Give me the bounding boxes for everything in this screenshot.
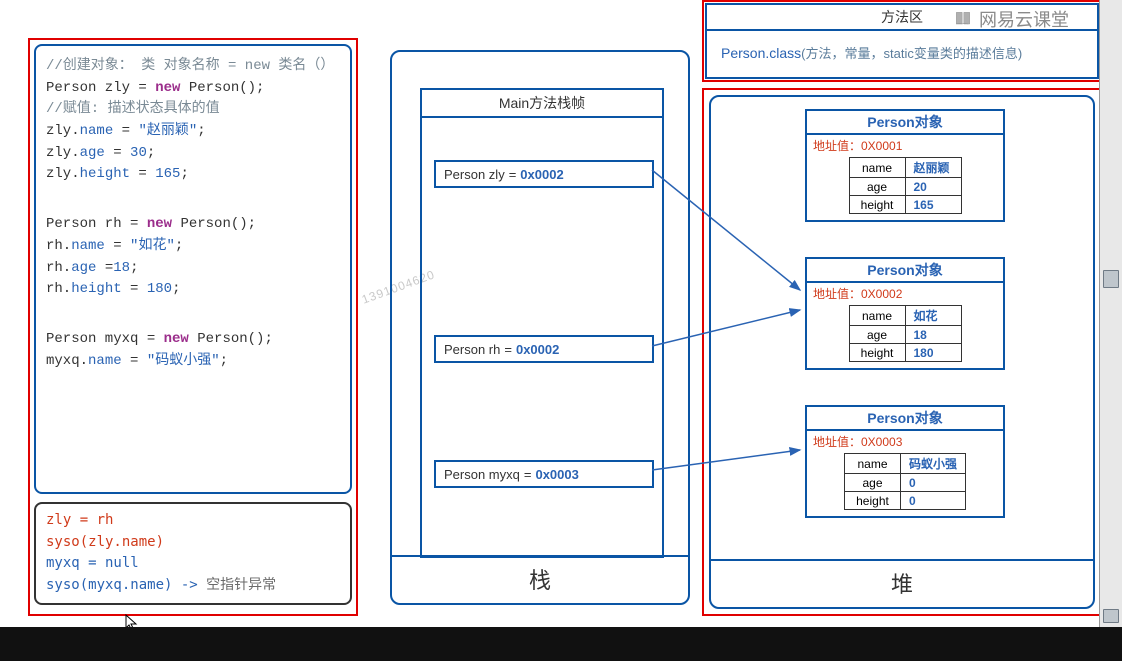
scrollbar-down-button[interactable]	[1103, 609, 1119, 623]
code-panel-highlight: //创建对象： 类 对象名称 = new 类名（） Person zly = n…	[28, 38, 358, 616]
stack-panel: Main方法栈帧 Person zly = 0x0002 Person rh =…	[390, 50, 690, 605]
stack-title: 栈	[392, 563, 688, 595]
stack-var-rh: Person rh = 0x0002	[434, 335, 654, 363]
code-line: zly.age = 30;	[46, 143, 340, 165]
heap-object-1: Person对象 地址值：0X0001 name赵丽颖 age20 height…	[805, 109, 1005, 222]
heap-object-addr: 地址值：0X0001	[807, 135, 1003, 155]
code-box: //创建对象： 类 对象名称 = new 类名（） Person zly = n…	[34, 44, 352, 494]
heap-panel-highlight: Person对象 地址值：0X0001 name赵丽颖 age20 height…	[702, 88, 1102, 616]
stack-var-label: Person zly	[444, 167, 505, 182]
scrollbar-track[interactable]	[1099, 0, 1122, 627]
bottom-bar	[0, 627, 1122, 661]
stack-frame-header: Main方法栈帧	[422, 90, 662, 118]
code-line: //赋值: 描述状态具体的值	[46, 99, 340, 121]
heap-object-table: name码蚁小强 age0 height0	[844, 453, 966, 510]
class-desc: (方法，常量，static变量类的描述信息)	[801, 46, 1022, 61]
notes-box: zly = rh syso(zly.name) myxq = null syso…	[34, 502, 352, 605]
stack-var-zly: Person zly = 0x0002	[434, 160, 654, 188]
note-line: syso(zly.name)	[46, 532, 340, 554]
stack-var-addr: 0x0002	[516, 342, 559, 357]
code-line: Person myxq = new Person();	[46, 329, 340, 351]
stack-var-myxq: Person myxq = 0x0003	[434, 460, 654, 488]
method-area-content: Person.class(方法，常量，static变量类的描述信息)	[707, 31, 1097, 74]
code-line: Person zly = new Person();	[46, 78, 340, 100]
equals-text: =	[524, 467, 532, 482]
code-line: myxq.name = "码蚁小强";	[46, 351, 340, 373]
note-line: syso(myxq.name) -> 空指针异常	[46, 575, 340, 597]
heap-object-table: name如花 age18 height180	[849, 305, 962, 362]
note-line: zly = rh	[46, 510, 340, 532]
stack-frame: Main方法栈帧 Person zly = 0x0002 Person rh =…	[420, 88, 664, 558]
code-line: rh.age =18;	[46, 258, 340, 280]
code-line: zly.name = "赵丽颖";	[46, 121, 340, 143]
stack-divider	[392, 555, 688, 557]
equals-text: =	[504, 342, 512, 357]
method-area-title: 方法区	[707, 5, 1097, 31]
heap-object-addr: 地址值：0X0002	[807, 283, 1003, 303]
heap-object-table: name赵丽颖 age20 height165	[849, 157, 962, 214]
heap-panel: Person对象 地址值：0X0001 name赵丽颖 age20 height…	[709, 95, 1095, 609]
heap-object-title: Person对象	[807, 407, 1003, 431]
stack-var-addr: 0x0002	[520, 167, 563, 182]
note-line: myxq = null	[46, 553, 340, 575]
stack-var-label: Person rh	[444, 342, 500, 357]
diagram-canvas: 网易云课堂 1391004620 //创建对象： 类 对象名称 = new 类名…	[0, 0, 1099, 627]
equals-text: =	[509, 167, 517, 182]
heap-divider	[711, 559, 1093, 561]
class-name: Person.class	[721, 45, 801, 61]
heap-object-addr: 地址值：0X0003	[807, 431, 1003, 451]
heap-object-title: Person对象	[807, 259, 1003, 283]
code-line: rh.height = 180;	[46, 279, 340, 301]
scrollbar-thumb[interactable]	[1103, 270, 1119, 288]
stack-var-label: Person myxq	[444, 467, 520, 482]
method-area: 方法区 Person.class(方法，常量，static变量类的描述信息)	[705, 3, 1099, 79]
method-area-highlight: 方法区 Person.class(方法，常量，static变量类的描述信息)	[702, 0, 1102, 82]
stack-var-addr: 0x0003	[535, 467, 578, 482]
code-line: Person rh = new Person();	[46, 214, 340, 236]
heap-object-3: Person对象 地址值：0X0003 name码蚁小强 age0 height…	[805, 405, 1005, 518]
heap-object-2: Person对象 地址值：0X0002 name如花 age18 height1…	[805, 257, 1005, 370]
code-line: rh.name = "如花";	[46, 236, 340, 258]
heap-title: 堆	[711, 567, 1093, 599]
code-line: //创建对象： 类 对象名称 = new 类名（）	[46, 56, 340, 78]
heap-object-title: Person对象	[807, 111, 1003, 135]
code-line: zly.height = 165;	[46, 164, 340, 186]
